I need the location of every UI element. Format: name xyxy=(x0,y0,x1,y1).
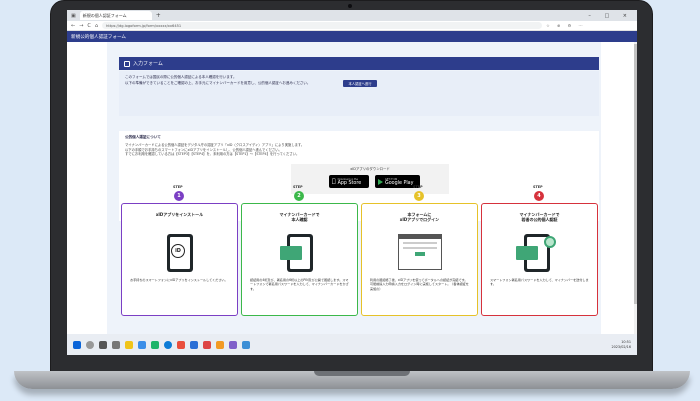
scrollbar-thumb[interactable] xyxy=(634,44,637,304)
camera-icon xyxy=(348,4,352,8)
window-menu-icon[interactable]: ▣ xyxy=(71,13,76,19)
new-tab-button[interactable]: + xyxy=(156,12,161,19)
step4-number: 4 xyxy=(534,191,544,201)
file-explorer-icon[interactable] xyxy=(125,340,133,349)
step2-title: マイナンバーカードで 本人確認 xyxy=(279,212,320,222)
certified-badge-icon xyxy=(544,236,556,248)
app-icon[interactable] xyxy=(229,340,237,349)
step4-card: マイナンバーカードで 若者の公的個人認証 スマートフォン署名用パスワードを入力し… xyxy=(481,203,598,316)
clock[interactable]: 10:51 2023/02/16 xyxy=(611,340,631,349)
identity-verify-button[interactable]: 本人認証へ進行 xyxy=(343,80,377,87)
step2-card: マイナンバーカードで 本人確認 認証用の4桁及び、署名用の6桁以上のPIN及び公… xyxy=(241,203,358,316)
forward-button[interactable]: → xyxy=(79,23,83,29)
step3-title: 本フォームに xIDアプリでログイン xyxy=(399,212,440,222)
screen: ▣ 新規の個人認証フォーム + – □ × ← → C ⌂ https://dg… xyxy=(67,10,637,355)
step4-label: STEP xyxy=(533,185,543,189)
about-heading: 公的個人認証について xyxy=(125,135,161,139)
site-title-bar: 新規公的個人認証フォーム xyxy=(67,31,637,42)
step3-label: STEP xyxy=(413,185,423,189)
browser-toolbar-icons[interactable]: ☆ ⊕ ⚙ ⋯ xyxy=(546,23,585,28)
step1-number: 1 xyxy=(174,191,184,201)
edge-icon[interactable] xyxy=(164,340,172,349)
url-field[interactable]: https://dg.logoform.jp/form/xxxxx/xx6451 xyxy=(102,22,543,29)
step3-card: 本フォームに xIDアプリでログイン 利用の確認終了後、xIDアプリを使ってポー… xyxy=(361,203,478,316)
step2-label: STEP xyxy=(293,185,303,189)
app-icon[interactable] xyxy=(151,340,159,349)
taskbar: 10:51 2023/02/16 xyxy=(67,334,637,355)
browser-window-icon xyxy=(398,234,442,270)
app-icon[interactable] xyxy=(203,340,211,349)
app-icon[interactable] xyxy=(177,340,185,349)
home-button[interactable]: ⌂ xyxy=(95,23,98,29)
page: 入力フォーム このフォームでは国民の際に公的個人認証による本人確認を行います。 … xyxy=(67,42,637,334)
url-text: https://dg.logoform.jp/form/xxxxx/xx6451 xyxy=(106,23,182,28)
laptop-base xyxy=(14,371,690,389)
browser-window-bar xyxy=(399,235,441,239)
form-header-text: 入力フォーム xyxy=(133,61,163,67)
download-title: xIDアプリのダウンロード xyxy=(350,167,390,171)
step3-number: 3 xyxy=(414,191,424,201)
task-view-icon[interactable] xyxy=(99,340,107,349)
site-title: 新規公的個人認証フォーム xyxy=(71,34,126,40)
step2-desc: 認証用の4桁及び、署名用の6桁以上のPIN及び公開で確認します。スマートフォンで… xyxy=(250,278,349,291)
edit-icon xyxy=(124,60,130,67)
mynumber-card-icon xyxy=(516,246,538,260)
xid-logo-icon: iD xyxy=(171,244,185,258)
intro-section: このフォームでは国民の際に公的個人認証による本人確認を行います。 以下の準備がで… xyxy=(119,71,599,116)
search-icon[interactable] xyxy=(86,340,94,349)
step2-number: 2 xyxy=(294,191,304,201)
tab-title: 新規の個人認証フォーム xyxy=(82,12,127,18)
app-icon[interactable] xyxy=(216,340,224,349)
vscode-icon[interactable] xyxy=(242,340,250,349)
windows-start-icon[interactable] xyxy=(73,340,81,349)
browser-window-button xyxy=(415,252,425,256)
browser-tab[interactable]: 新規の個人認証フォーム xyxy=(79,11,152,20)
window-controls[interactable]: – □ × xyxy=(588,13,633,19)
google-play-icon xyxy=(378,178,383,185)
step3-desc: 利用の確認終了後、xIDアプリを使ってポータルへの認証が完結です。可能前提入力申… xyxy=(370,278,469,291)
widgets-icon[interactable] xyxy=(112,340,120,349)
apple-icon:  xyxy=(332,178,336,185)
laptop-notch xyxy=(314,371,410,376)
step1-label: STEP xyxy=(173,185,183,189)
phone-icon: iD xyxy=(167,234,193,272)
step1-desc: お手持ちのスマートフォンにxIDアプリをインストールしてください。 xyxy=(130,278,228,282)
stage: ▣ 新規の個人認証フォーム + – □ × ← → C ⌂ https://dg… xyxy=(0,0,700,401)
mynumber-card-icon xyxy=(280,246,302,260)
tab-bar: ▣ 新規の個人認証フォーム + – □ × xyxy=(67,10,637,21)
step1-card: xIDアプリをインストール iD お手持ちのスマートフォンにxIDアプリをインス… xyxy=(121,203,238,316)
clock-date: 2023/02/16 xyxy=(611,344,631,349)
address-bar: ← → C ⌂ https://dg.logoform.jp/form/xxxx… xyxy=(67,21,637,31)
reload-button[interactable]: C xyxy=(87,23,91,29)
form-header: 入力フォーム xyxy=(119,57,599,70)
step4-desc: スマートフォン署名用パスワードを入力して、マイナンバーを送付します。 xyxy=(490,278,589,287)
mail-icon[interactable] xyxy=(138,340,146,349)
app-icon[interactable] xyxy=(190,340,198,349)
step4-title: マイナンバーカードで 若者の公的個人認証 xyxy=(519,212,560,222)
browser-window-line xyxy=(403,242,437,244)
steps-section: STEP 1 xIDアプリをインストール iD お手持ちのスマートフォンにxID… xyxy=(119,185,599,316)
back-button[interactable]: ← xyxy=(71,23,75,29)
about-line3: すでにお利用を確認している方は【STEP3】【STEP4】を、未利用の方は【ST… xyxy=(125,152,300,157)
step1-title: xIDアプリをインストール xyxy=(155,212,204,217)
browser-window-line xyxy=(403,247,437,249)
